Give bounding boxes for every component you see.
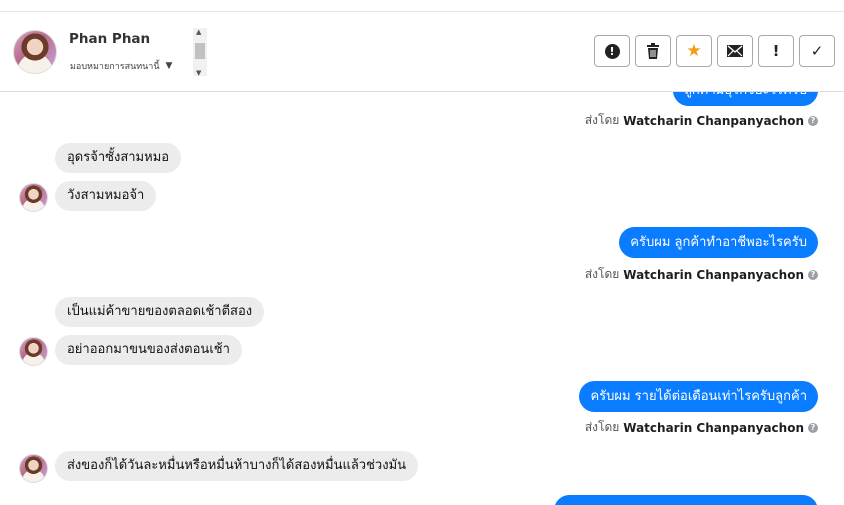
sent-by-prefix: ส่งโดย bbox=[584, 113, 620, 127]
scroll-thumb[interactable] bbox=[195, 43, 205, 59]
check-icon: ✓ bbox=[810, 42, 824, 60]
sent-by-line: ส่งโดย Watcharin Chanpanyachon ? bbox=[585, 111, 818, 130]
alert-icon: ! bbox=[604, 43, 620, 59]
mail-icon bbox=[727, 45, 743, 57]
sent-by-prefix: ส่งโดย bbox=[584, 420, 620, 434]
outgoing-message[interactable]: ครับผม รายได้ต่อเดือนเท่าไรครับลูกค้า bbox=[579, 381, 818, 412]
conversation-toolbar: ! ★ ! ✓ bbox=[594, 35, 835, 67]
incoming-message[interactable]: อุดรจ้าซั้งสามหมอ bbox=[55, 143, 182, 173]
mark-important-button[interactable]: ! bbox=[758, 35, 794, 67]
scroll-down-icon[interactable]: ▼ bbox=[196, 69, 201, 77]
trash-icon bbox=[647, 43, 659, 59]
caret-down-icon: ▼ bbox=[165, 61, 173, 71]
assign-conversation-dropdown[interactable]: มอบหมายการสนทนานี้ ▼ bbox=[70, 59, 172, 73]
scroll-up-icon[interactable]: ▲ bbox=[196, 28, 201, 36]
contact-name[interactable]: Phan Phan bbox=[69, 31, 150, 47]
help-icon[interactable]: ? bbox=[808, 269, 818, 280]
incoming-message[interactable]: วังสามหมอจ้า bbox=[55, 181, 157, 211]
delete-button[interactable] bbox=[635, 35, 671, 67]
header-scrollbar[interactable]: ▲ ▼ bbox=[193, 28, 207, 77]
outgoing-message[interactable]: ครับผม ลูกค้าทำอาชีพอะไรครับ bbox=[619, 227, 818, 258]
mail-button[interactable] bbox=[717, 35, 753, 67]
contact-avatar-small[interactable] bbox=[19, 337, 48, 366]
mark-done-button[interactable]: ✓ bbox=[799, 35, 835, 67]
outgoing-message-partial[interactable] bbox=[554, 495, 818, 505]
contact-avatar-small[interactable] bbox=[19, 183, 48, 212]
message-thread[interactable]: ลูกค้ามีธุรกิจอะไรครับ ส่งโดย Watcharin … bbox=[0, 92, 844, 505]
star-icon: ★ bbox=[686, 41, 702, 61]
contact-avatar[interactable] bbox=[13, 30, 57, 74]
sent-by-line: ส่งโดย Watcharin Chanpanyachon ? bbox=[585, 265, 818, 284]
sent-by-prefix: ส่งโดย bbox=[584, 267, 620, 281]
exclamation-icon: ! bbox=[772, 42, 780, 60]
incoming-message[interactable]: เป็นแม่ค้าขายของตลอดเช้าตีสอง bbox=[55, 297, 265, 327]
top-edge bbox=[0, 0, 844, 12]
agent-name[interactable]: Watcharin Chanpanyachon bbox=[623, 421, 804, 435]
help-icon[interactable]: ? bbox=[808, 422, 818, 433]
conversation-header: Phan Phan มอบหมายการสนทนานี้ ▼ ▲ ▼ ! ★ !… bbox=[0, 12, 844, 92]
help-icon[interactable]: ? bbox=[808, 115, 818, 126]
incoming-message[interactable]: ส่งของก็ได้วันละหมื่นหรือหมื่นห้าบางก็ได… bbox=[55, 451, 419, 481]
alert-button[interactable]: ! bbox=[594, 35, 630, 67]
sent-by-line: ส่งโดย Watcharin Chanpanyachon ? bbox=[585, 418, 818, 437]
incoming-message[interactable]: อย่าออกมาขนของส่งตอนเช้า bbox=[55, 335, 242, 365]
contact-avatar-small[interactable] bbox=[19, 454, 48, 483]
outgoing-message[interactable]: ลูกค้ามีธุรกิจอะไรครับ bbox=[672, 92, 818, 106]
agent-name[interactable]: Watcharin Chanpanyachon bbox=[623, 114, 804, 128]
assign-label: มอบหมายการสนทนานี้ bbox=[70, 62, 160, 72]
star-button[interactable]: ★ bbox=[676, 35, 712, 67]
agent-name[interactable]: Watcharin Chanpanyachon bbox=[623, 268, 804, 282]
